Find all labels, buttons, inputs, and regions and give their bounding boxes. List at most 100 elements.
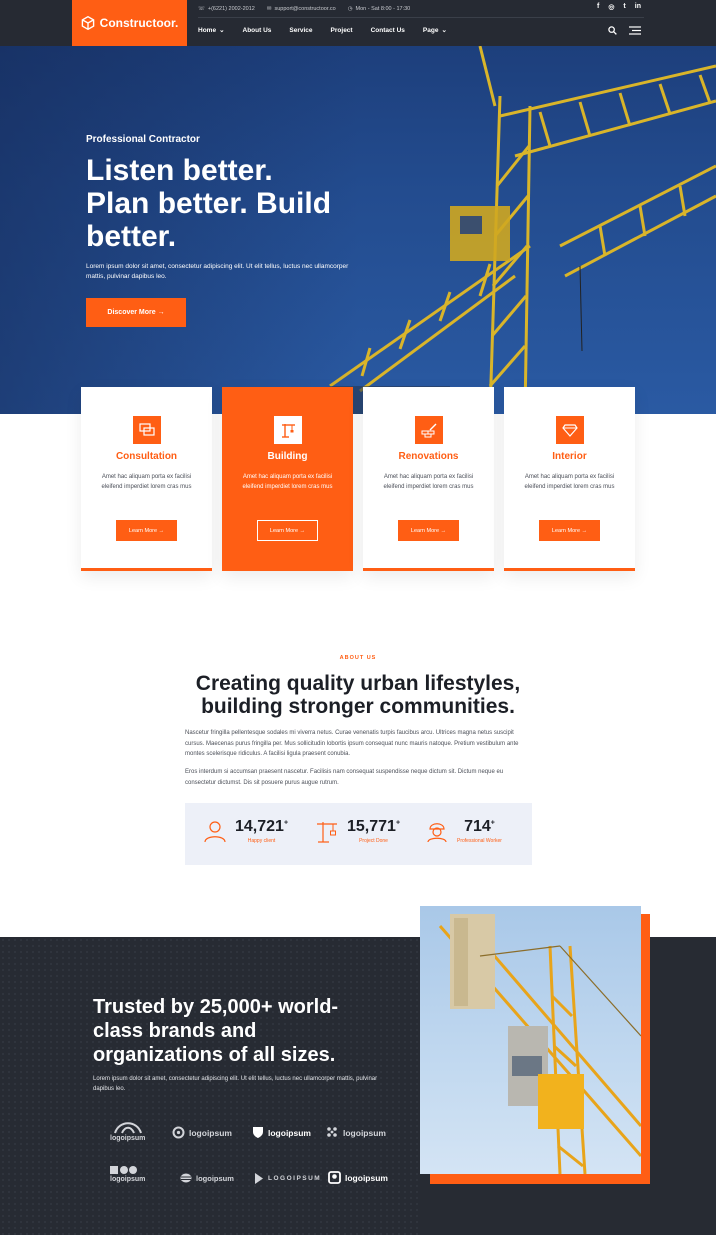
stat-number: 14,721 [235, 818, 284, 835]
trusted-title: Trusted by 25,000+ world- class brands a… [93, 995, 403, 1067]
nav-item-about[interactable]: About Us [243, 26, 272, 34]
about-kicker: ABOUT US [339, 655, 377, 661]
header-divider [198, 17, 644, 18]
service-title: Building [267, 451, 308, 462]
trusted-title-line: organizations of all sizes. [93, 1044, 336, 1066]
nav-item-service[interactable]: Service [289, 26, 312, 34]
search-icon[interactable] [608, 26, 617, 35]
client-logo-text: logoipsum [110, 1135, 146, 1142]
about-paragraph: Nascetur fringilla pellentesque sodales … [185, 730, 519, 757]
email-address: support@constructoor.co [274, 6, 336, 12]
contact-info: ☏ +(6221) 2002-2012 ✉ support@constructoor… [198, 4, 410, 14]
client-logo-text: logoipsum [343, 1127, 386, 1138]
stat-value: 15,771+ [347, 818, 400, 836]
hero-section: Professional Contractor Listen better. P… [0, 46, 716, 414]
stat-value: 14,721+ [235, 818, 288, 836]
about-paragraph: Eros interdum si accumsan praesent nasce… [185, 769, 504, 786]
linkedin-icon[interactable]: in [635, 3, 641, 11]
instagram-icon[interactable]: ◎ [608, 3, 614, 11]
stat-number: 714 [464, 818, 491, 835]
service-description: Amet hac aliquam porta ex facilisi eleif… [242, 474, 333, 490]
nav-item-home[interactable]: Home ⌄ [198, 26, 225, 35]
brick-icon [421, 423, 437, 438]
worker-icon [427, 823, 447, 843]
hero-kicker: Professional Contractor [86, 134, 200, 145]
stat-label: Professional Worker [457, 838, 502, 844]
stat-project-done: 15,771+ Project Done [315, 818, 400, 844]
chat-icon [139, 423, 155, 436]
service-card-interior[interactable]: Interior Amet hac aliquam porta ex facil… [504, 387, 635, 571]
ring-logo-icon [172, 1126, 185, 1139]
user-icon [204, 821, 226, 843]
service-icon [415, 416, 443, 444]
chevron-down-icon: ⌄ [219, 27, 225, 34]
stat-label: Project Done [359, 838, 388, 844]
service-description: Amet hac aliquam porta ex facilisi eleif… [101, 474, 192, 490]
diamond-icon [562, 424, 578, 437]
menu-icon[interactable] [629, 26, 641, 35]
twitter-icon[interactable]: t [623, 3, 625, 11]
crane-icon [317, 822, 337, 843]
chevron-down-icon: ⌄ [441, 27, 447, 34]
about-title-line: Creating quality urban lifestyles, [195, 672, 521, 695]
service-card-building[interactable]: Building Amet hac aliquam porta ex facil… [222, 387, 353, 571]
stat-suffix: + [490, 819, 495, 827]
discover-more-button[interactable]: Discover More → [86, 298, 186, 327]
nav-label: Service [289, 26, 313, 34]
trusted-description: Lorem ipsum dolor sit amet, consectetur … [93, 1076, 378, 1092]
service-card-consultation[interactable]: Consultation Amet hac aliquam porta ex f… [81, 387, 212, 571]
client-logo: logoipsum [172, 1126, 232, 1139]
hero-title-line: Plan better. Build [86, 187, 332, 220]
stat-value: 714+ [457, 818, 502, 836]
nav-label: Project [330, 26, 353, 34]
client-logo: logoipsum [180, 1173, 234, 1183]
brand-logo[interactable]: Constructoor. [72, 0, 187, 46]
stat-body: 15,771+ Project Done [347, 818, 400, 844]
brand-name: Constructoor. [99, 16, 179, 30]
service-title: Renovations [398, 451, 459, 462]
square-logo-icon [328, 1171, 341, 1184]
nav-item-contact[interactable]: Contact Us [371, 26, 405, 34]
client-logo-text: logoipsum [196, 1173, 234, 1183]
service-card-renovations[interactable]: Renovations Amet hac aliquam porta ex fa… [363, 387, 494, 571]
dots-logo-icon [327, 1127, 337, 1137]
service-title: Consultation [115, 451, 178, 462]
hero-title-line: better. [86, 220, 177, 253]
client-logo-text: logoipsum [345, 1172, 388, 1183]
client-logo-text: logoipsum [110, 1176, 146, 1183]
client-logo-text: logoipsum [268, 1127, 311, 1138]
stat-body: 714+ Professional Worker [457, 818, 502, 844]
nav-tools [608, 26, 641, 35]
nav-label: Page [422, 26, 439, 34]
learn-more-button[interactable]: Learn More → [398, 520, 459, 541]
nav-label: About Us [242, 26, 272, 34]
hero-title-line: Listen better. [86, 154, 273, 187]
client-logo-text: logoipsum [189, 1127, 232, 1138]
stat-suffix: + [395, 819, 401, 827]
mail-icon: ✉ [266, 6, 272, 12]
learn-more-button[interactable]: Learn More → [116, 520, 177, 541]
learn-more-button[interactable]: Learn More → [257, 520, 318, 541]
tower-crane-image [438, 914, 641, 1174]
nav-item-project[interactable]: Project [331, 26, 353, 34]
hero-title: Listen better. Plan better. Build better… [86, 154, 366, 253]
stats-panel: 14,721+ Happy client 15,771+ Project Don… [185, 803, 532, 865]
crane-photo-secondary [420, 906, 641, 1174]
phone-number: +(6221) 2002-2012 [207, 6, 255, 12]
about-title: Creating quality urban lifestyles, build… [160, 672, 556, 718]
nav-label: Home [198, 26, 217, 34]
crane-icon [282, 424, 295, 438]
trusted-title-line: class brands and [93, 1020, 257, 1042]
main-nav: Home ⌄ About Us Service Project Contact U… [198, 26, 447, 35]
learn-more-button[interactable]: Learn More → [539, 520, 600, 541]
client-logo: LOGOIPSUM [254, 1172, 321, 1185]
cloud-logo-icon [180, 1173, 192, 1183]
nav-item-page[interactable]: Page ⌄ [422, 26, 447, 35]
shield-logo-icon [253, 1127, 263, 1138]
stat-suffix: + [283, 819, 289, 827]
client-logo-text: LOGOIPSUM [268, 1175, 322, 1182]
stat-happy-client: 14,721+ Happy client [203, 818, 288, 844]
client-logo: logoipsum [328, 1171, 388, 1184]
stat-professional-worker: 714+ Professional Worker [425, 818, 502, 844]
facebook-icon[interactable]: f [597, 3, 599, 11]
